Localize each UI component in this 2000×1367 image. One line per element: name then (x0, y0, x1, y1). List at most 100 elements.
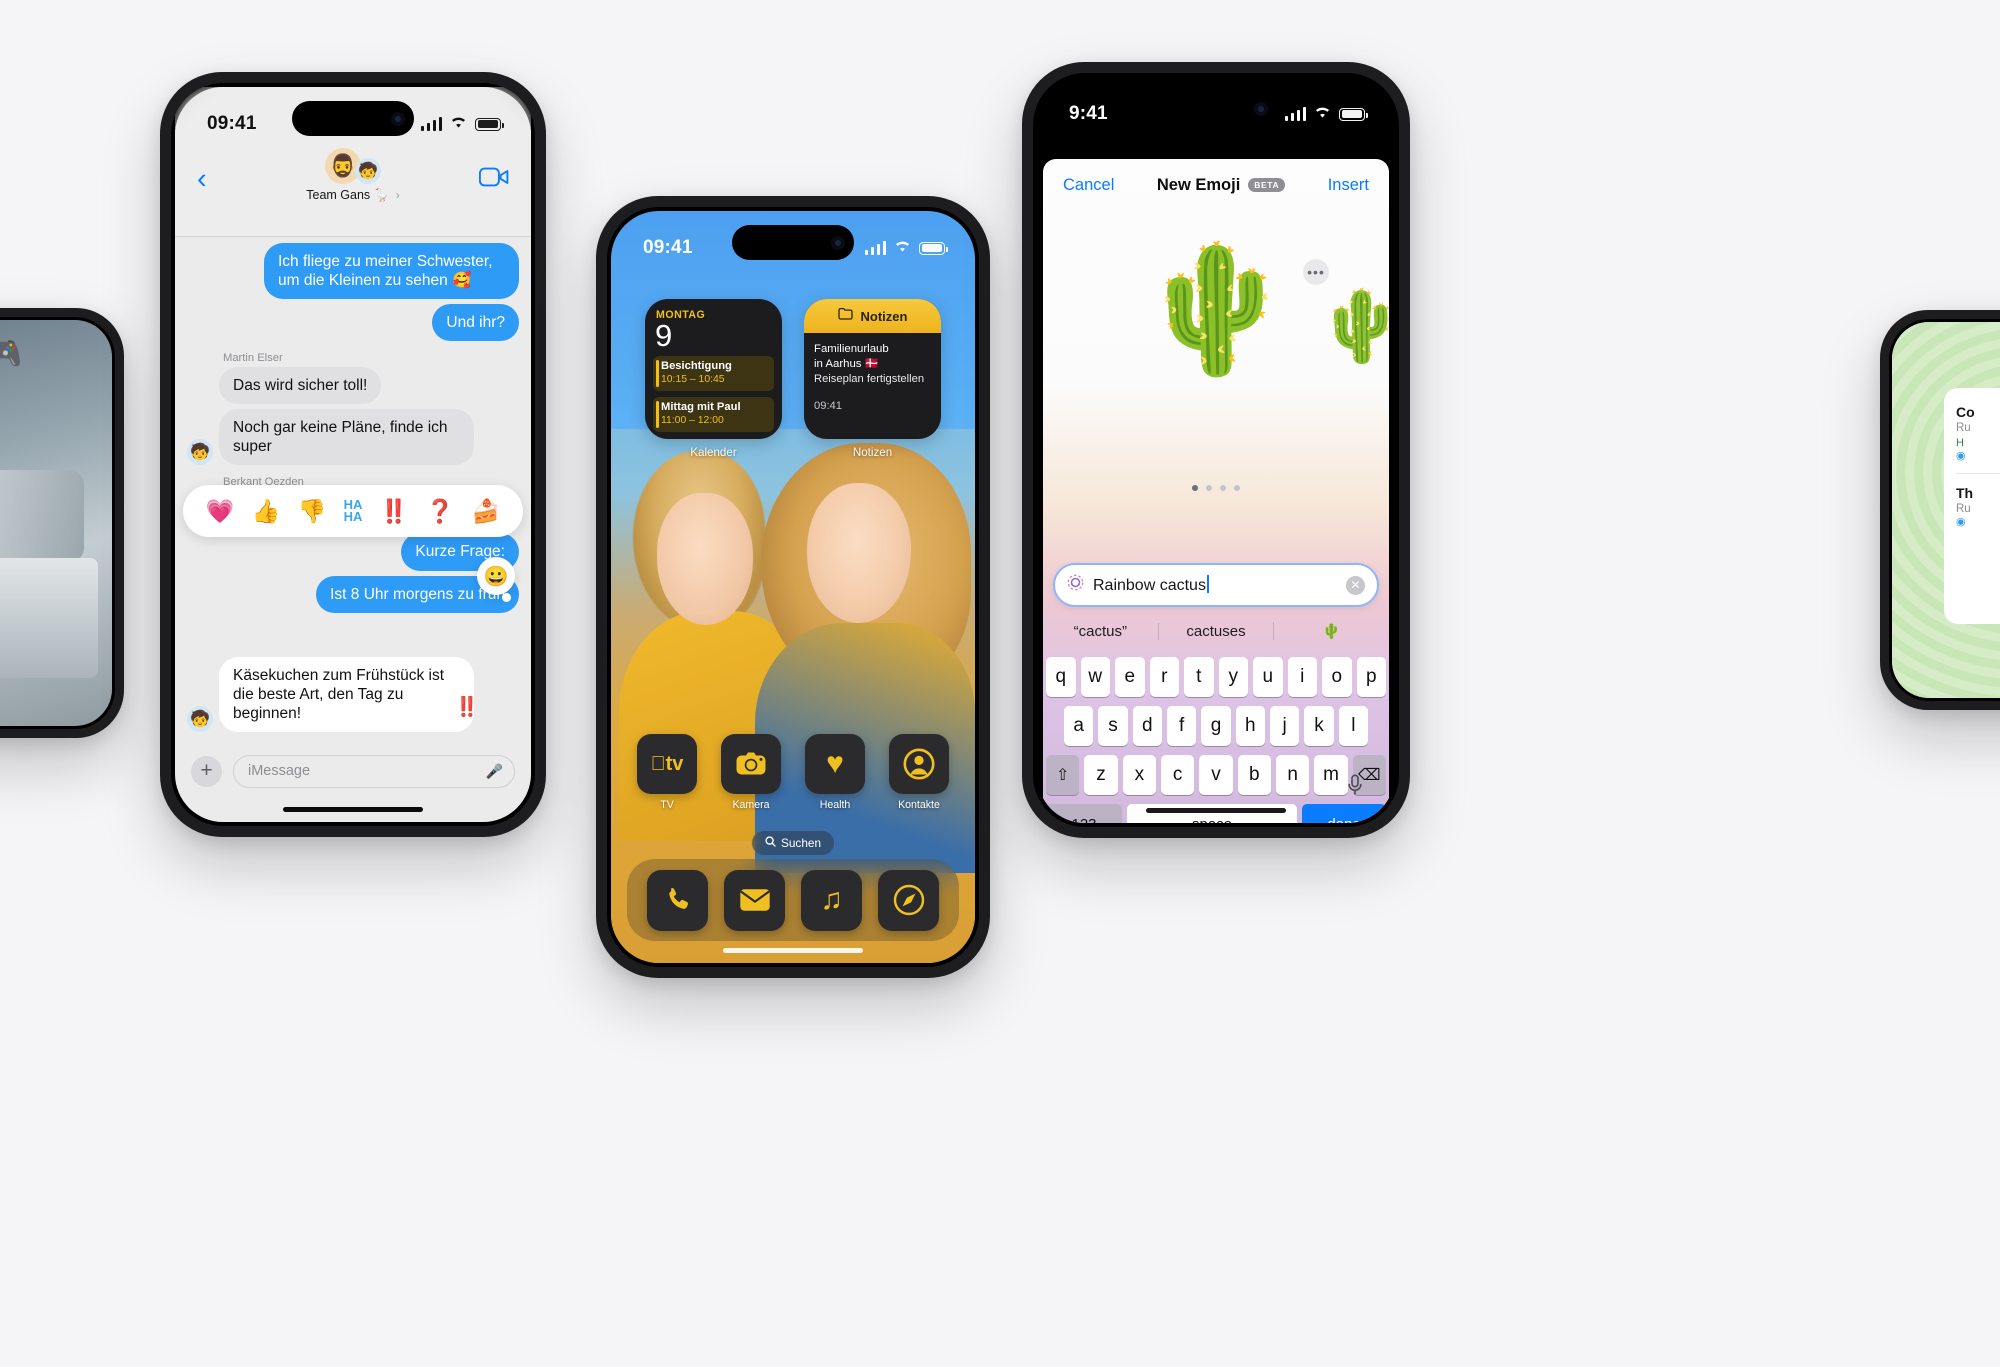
calendar-widget-card[interactable]: MONTAG 9 Besichtigung 10:15 – 10:45 Mitt… (645, 299, 782, 439)
key-t[interactable]: t (1184, 657, 1214, 697)
thumbs-down-tapback[interactable]: 👎 (298, 498, 327, 525)
genmoji-prompt-value[interactable]: Rainbow cactus (1093, 575, 1337, 595)
message-bubble-incoming[interactable]: Noch gar keine Pläne, finde ich super (219, 409, 474, 466)
key-s[interactable]: s (1098, 706, 1128, 746)
key-v[interactable]: v (1199, 755, 1233, 795)
key-u[interactable]: u (1253, 657, 1283, 697)
calendar-event[interactable]: Besichtigung 10:15 – 10:45 (653, 356, 774, 392)
page-dot-2[interactable] (1206, 485, 1212, 491)
exclamation-sticker[interactable]: ‼️ (455, 695, 479, 719)
microphone-icon[interactable]: 🎤 (486, 763, 503, 780)
health-heart-icon[interactable]: ♥ (805, 734, 865, 794)
genmoji-prompt-input[interactable]: Rainbow cactus ✕ (1053, 563, 1379, 607)
page-dot-3[interactable] (1220, 485, 1226, 491)
exclamation-tapback[interactable]: ‼️ (380, 498, 409, 525)
key-d[interactable]: d (1132, 706, 1162, 746)
key-r[interactable]: r (1149, 657, 1179, 697)
key-x[interactable]: x (1122, 755, 1156, 795)
key-k[interactable]: k (1304, 706, 1334, 746)
camera-icon[interactable] (721, 734, 781, 794)
tapback-reaction-bar[interactable]: 💗 👍 👎 HA HA ‼️ ❓ 🍰 (183, 485, 523, 537)
insert-button[interactable]: Insert (1328, 176, 1369, 195)
home-indicator[interactable] (723, 948, 863, 953)
imessage-input[interactable]: iMessage 🎤 (233, 754, 515, 788)
key-y[interactable]: y (1218, 657, 1248, 697)
message-row[interactable]: Das wird sicher toll! (187, 367, 519, 405)
safari-compass-icon[interactable] (878, 869, 939, 931)
emoji-sticker-button[interactable]: 😀 (477, 557, 515, 602)
phone-icon[interactable] (647, 869, 708, 931)
notes-widget-card[interactable]: Notizen Familienurlaub in Aarhus 🇩🇰 Reis… (804, 299, 941, 439)
genmoji-phone-frame: 9:41 Cancel New Emoji BETA Insert ••• 🌵 … (1033, 73, 1399, 827)
map-result-row[interactable]: Co Ru H ◉ (1956, 404, 2000, 462)
thumbs-up-tapback[interactable]: 👍 (252, 498, 281, 525)
home-indicator[interactable] (283, 807, 423, 812)
numbers-key[interactable]: 123 (1046, 804, 1122, 823)
key-w[interactable]: w (1080, 657, 1110, 697)
mail-icon[interactable] (724, 869, 785, 931)
key-c[interactable]: c (1161, 755, 1195, 795)
calendar-event[interactable]: Mittag mit Paul 11:00 – 12:00 (653, 397, 774, 433)
cake-sticker[interactable]: 🍰 (472, 498, 501, 525)
message-row[interactable]: Ist 8 Uhr morgens zu früh (187, 575, 519, 613)
prediction-3[interactable]: 🌵 (1273, 622, 1389, 640)
key-e[interactable]: e (1115, 657, 1145, 697)
genmoji-page-dots[interactable] (1192, 485, 1240, 491)
home-search-button[interactable]: Suchen (751, 831, 835, 855)
key-m[interactable]: m (1314, 755, 1348, 795)
home-dock: ♫ (627, 859, 959, 941)
message-bubble-outgoing[interactable]: Und ihr? (432, 304, 519, 342)
home-search-label: Suchen (780, 836, 822, 850)
prediction-1[interactable]: “cactus” (1043, 623, 1158, 640)
app-camera[interactable]: Kamera (721, 734, 781, 811)
app-contacts[interactable]: Kontakte (889, 734, 949, 811)
question-tapback[interactable]: ❓ (426, 498, 455, 525)
apple-tv-icon[interactable]: tv (637, 734, 697, 794)
key-i[interactable]: i (1287, 657, 1317, 697)
message-row[interactable]: 🧒 Noch gar keine Pläne, finde ich super (187, 409, 519, 466)
haha-tapback[interactable]: HA HA (344, 498, 363, 524)
key-o[interactable]: o (1322, 657, 1352, 697)
key-a[interactable]: a (1064, 706, 1094, 746)
key-l[interactable]: l (1338, 706, 1368, 746)
space-key[interactable]: space (1127, 804, 1297, 823)
message-bubble-incoming[interactable]: Das wird sicher toll! (219, 367, 382, 405)
page-dot-4[interactable] (1234, 485, 1240, 491)
key-p[interactable]: p (1356, 657, 1386, 697)
key-h[interactable]: h (1235, 706, 1265, 746)
right-phone-screen: Co Ru H ◉ Th Ru ◉ (1892, 322, 2000, 698)
prediction-2[interactable]: cactuses (1157, 622, 1274, 640)
map-result-row[interactable]: Th Ru ◉ (1956, 485, 2000, 528)
music-icon[interactable]: ♫ (801, 869, 862, 931)
message-row[interactable]: Ich fliege zu meiner Schwester, um die K… (187, 243, 519, 300)
shift-key[interactable]: ⇧ (1046, 755, 1080, 795)
map-result-title: Co (1956, 404, 1975, 420)
home-indicator[interactable] (1146, 808, 1286, 813)
conversation-header[interactable]: 🧔‍♂️ 🧒 Team Gans 🪿 › (175, 142, 531, 203)
key-z[interactable]: z (1084, 755, 1118, 795)
genmoji-primary-result[interactable]: 🌵 (1138, 247, 1294, 372)
cancel-button[interactable]: Cancel (1063, 176, 1114, 195)
app-health[interactable]: ♥ Health (805, 734, 865, 811)
message-row[interactable]: Kurze Frage: (187, 533, 519, 571)
clear-circle-icon[interactable]: ✕ (1346, 575, 1365, 595)
contacts-icon[interactable] (889, 734, 949, 794)
message-bubble-incoming[interactable]: Käsekuchen zum Frühstück ist die beste A… (219, 656, 474, 732)
message-row[interactable]: Und ihr? (187, 304, 519, 342)
key-b[interactable]: b (1237, 755, 1271, 795)
message-bubble-outgoing[interactable]: Ich fliege zu meiner Schwester, um die K… (264, 243, 519, 300)
notes-widget[interactable]: Notizen Familienurlaub in Aarhus 🇩🇰 Reis… (804, 299, 941, 459)
calendar-widget[interactable]: MONTAG 9 Besichtigung 10:15 – 10:45 Mitt… (645, 299, 782, 459)
page-dot-1[interactable] (1192, 485, 1198, 491)
heart-tapback[interactable]: 💗 (206, 498, 235, 525)
genmoji-secondary-result[interactable]: 🌵 (1318, 291, 1389, 361)
key-g[interactable]: g (1201, 706, 1231, 746)
microphone-icon[interactable] (1347, 774, 1363, 801)
key-n[interactable]: n (1275, 755, 1310, 795)
done-key[interactable]: done (1302, 804, 1386, 823)
add-attachment-button[interactable]: + (191, 755, 222, 787)
key-f[interactable]: f (1167, 706, 1197, 746)
key-q[interactable]: q (1046, 657, 1076, 697)
app-tv[interactable]: tv TV (637, 734, 697, 811)
key-j[interactable]: j (1269, 706, 1300, 746)
